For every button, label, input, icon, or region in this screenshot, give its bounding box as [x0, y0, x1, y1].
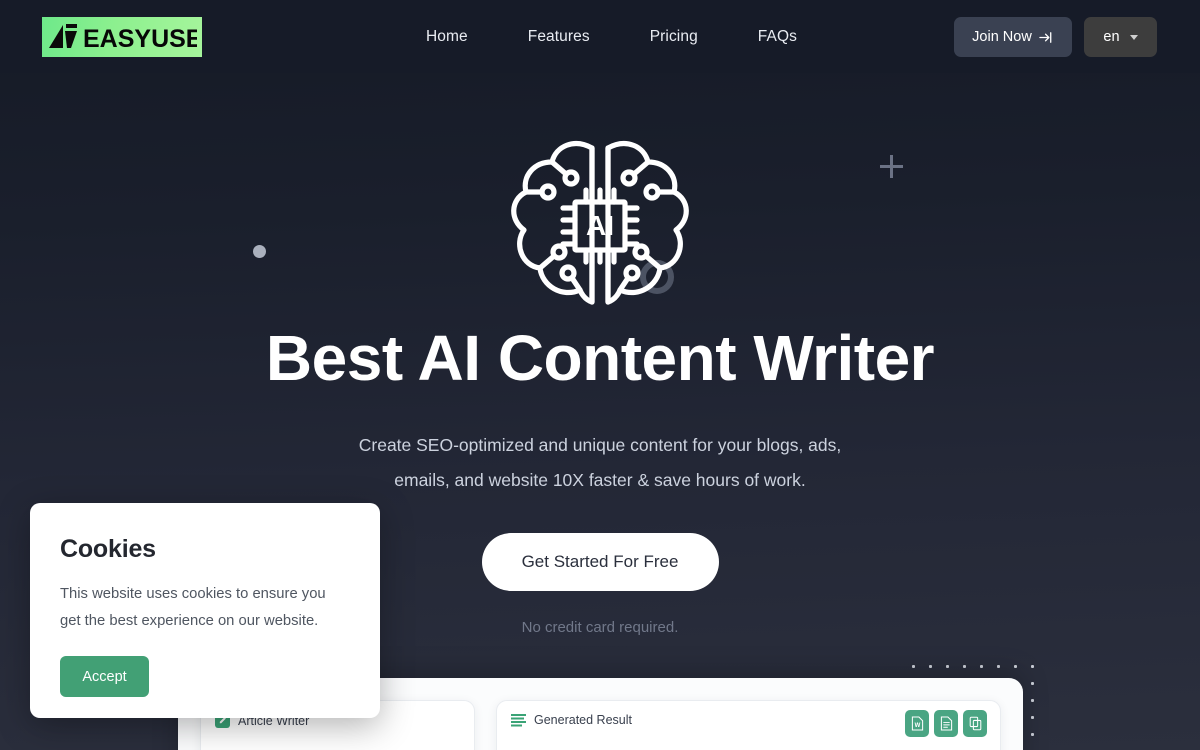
copy-button[interactable]: [963, 710, 987, 737]
nav-item-pricing[interactable]: Pricing: [620, 28, 728, 46]
nav-item-features[interactable]: Features: [498, 28, 620, 46]
cookie-text-line-1: This website uses cookies to ensure you: [60, 586, 326, 602]
generated-result-panel[interactable]: Generated Result W: [496, 700, 1001, 750]
join-now-button[interactable]: Join Now: [954, 17, 1072, 57]
text-document-icon: [940, 716, 952, 731]
hero-illustration: AI: [0, 130, 1200, 310]
get-started-button[interactable]: Get Started For Free: [481, 533, 719, 591]
word-document-icon: W: [911, 716, 923, 731]
language-value: en: [1103, 29, 1120, 45]
generated-result-label: Generated Result: [534, 713, 632, 727]
hero-subtitle-line-2: emails, and website 10X faster & save ho…: [394, 470, 806, 490]
list-lines-icon: [511, 713, 526, 727]
svg-text:EASYUSE: EASYUSE: [83, 25, 197, 51]
language-selector[interactable]: en: [1084, 17, 1157, 57]
cookie-dialog-text: This website uses cookies to ensure you …: [60, 581, 350, 635]
nav-item-faqs[interactable]: FAQs: [728, 28, 827, 46]
nav-item-home[interactable]: Home: [396, 28, 498, 46]
hero-subtitle-line-1: Create SEO-optimized and unique content …: [358, 435, 842, 455]
chevron-down-icon: [1129, 34, 1138, 40]
cookie-consent-dialog: Cookies This website uses cookies to ens…: [30, 503, 380, 718]
cookie-text-line-2: get the best experience on our website.: [60, 613, 319, 629]
join-now-label: Join Now: [972, 29, 1032, 45]
cookie-accept-button[interactable]: Accept: [60, 656, 149, 697]
export-word-button[interactable]: W: [905, 710, 929, 737]
copy-icon: [969, 716, 981, 731]
cookie-dialog-title: Cookies: [60, 535, 156, 563]
result-action-buttons: W: [905, 710, 987, 737]
site-header: EASYUSE Home Features Pricing FAQs Join …: [0, 0, 1200, 73]
sign-in-arrow-icon: [1039, 31, 1052, 43]
chip-label: AI: [586, 210, 614, 241]
brand-logo[interactable]: EASYUSE: [42, 17, 202, 57]
export-text-button[interactable]: [934, 710, 958, 737]
page-title: Best AI Content Writer: [265, 322, 935, 394]
ai-brain-chip-icon: AI: [511, 141, 689, 305]
brand-logo-mark: EASYUSE: [49, 24, 197, 51]
svg-text:W: W: [914, 723, 920, 729]
hero-subtitle: Create SEO-optimized and unique content …: [0, 428, 1200, 498]
main-navigation: Home Features Pricing FAQs: [396, 0, 827, 73]
